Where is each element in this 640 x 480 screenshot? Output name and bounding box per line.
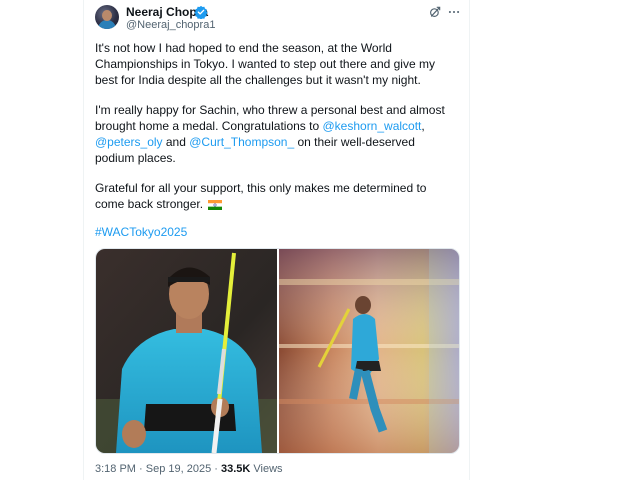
tweet-time[interactable]: 3:18 PM (95, 463, 136, 475)
user-handle[interactable]: @Neeraj_chopra1 (126, 19, 215, 31)
tweet-text-paragraph-3: Grateful for all your support, this only… (95, 180, 455, 212)
timeline-border-right (469, 0, 470, 480)
meta-separator: · (211, 463, 221, 475)
verified-icon (194, 5, 208, 19)
views-count: 33.5K (220, 463, 251, 475)
tweet-text: Grateful for all your support, this only… (95, 181, 427, 211)
grok-icon[interactable] (428, 5, 442, 19)
tweet-text: , (421, 119, 425, 133)
mention-link-peters-oly[interactable]: @peters_oly (95, 135, 163, 149)
avatar[interactable] (95, 5, 119, 29)
more-icon[interactable] (447, 5, 461, 19)
tweet-meta: 3:18 PM · Sep 19, 2025 · 33.5K Views (95, 463, 283, 475)
tweet-text: and (162, 135, 190, 149)
tweet-text-paragraph-2: I'm really happy for Sachin, who threw a… (95, 102, 455, 166)
photo-athlete-throw[interactable] (279, 249, 459, 453)
mention-link-curt-thompson[interactable]: @Curt_Thompson_ (189, 135, 294, 149)
photo-athlete-portrait[interactable] (96, 249, 277, 453)
meta-separator: · (135, 463, 146, 475)
media-grid[interactable] (95, 248, 460, 454)
india-flag-icon (208, 200, 223, 210)
tweet[interactable]: Neeraj Chopra @Neeraj_chopra1 It's not h… (84, 0, 469, 480)
tweet-date[interactable]: Sep 19, 2025 (146, 463, 211, 475)
mention-link-keshorn-walcott[interactable]: @keshorn_walcott (322, 119, 421, 133)
views-label: Views (253, 463, 283, 475)
hashtag-link[interactable]: #WACTokyo2025 (95, 225, 187, 239)
tweet-text-paragraph-1: It's not how I had hoped to end the seas… (95, 41, 435, 87)
